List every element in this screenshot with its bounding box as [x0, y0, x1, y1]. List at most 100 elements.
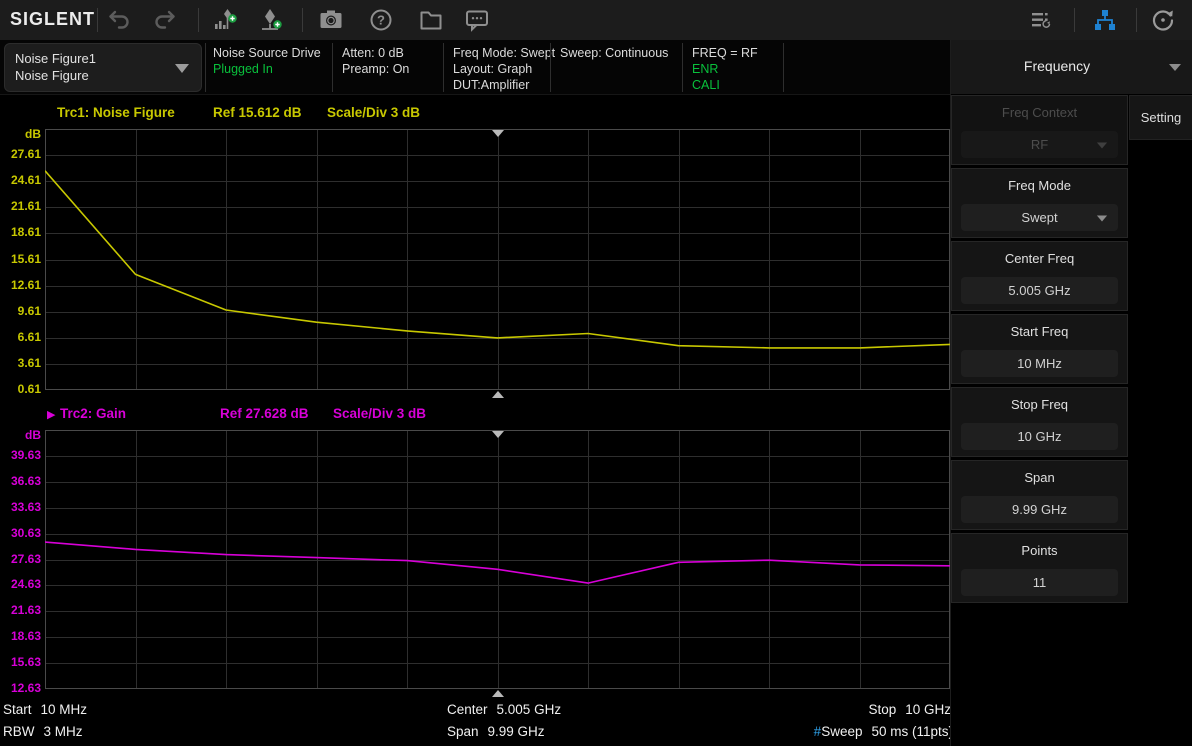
toolbar-divider: [302, 8, 303, 32]
chart2-center-freq-marker-bottom[interactable]: [492, 690, 504, 697]
center-value: 5.005 GHz: [497, 702, 562, 717]
add-trace-icon[interactable]: [212, 7, 238, 33]
status-divider: [550, 43, 551, 92]
freq-mode-select[interactable]: Swept: [961, 204, 1118, 231]
y-tick-label: 27.61: [11, 147, 41, 161]
undo-icon[interactable]: [106, 7, 132, 33]
y-tick-label: 6.61: [18, 330, 41, 344]
chart2-y-axis: dB39.6336.6333.6330.6327.6324.6321.6318.…: [0, 430, 43, 689]
y-tick-label: 18.63: [11, 629, 41, 643]
center-freq-label: Center Freq: [952, 251, 1127, 266]
toolbar-divider: [198, 8, 199, 32]
control-sidebar: Frequency Setting Freq Context RF Freq M…: [950, 40, 1192, 746]
start-freq-readout: Start10 MHz: [3, 702, 87, 717]
noise-source-status: Plugged In: [213, 61, 321, 77]
chart1-center-freq-marker-top[interactable]: [492, 130, 504, 137]
y-tick-label: 30.63: [11, 526, 41, 540]
toolbar-divider: [1074, 8, 1075, 32]
group-freq-mode: Freq Mode Swept: [951, 168, 1128, 238]
span-readout: Span 9.99 GHz: [447, 724, 545, 739]
task-list-icon[interactable]: [1028, 7, 1054, 33]
rbw-value: 3 MHz: [44, 724, 83, 739]
message-icon[interactable]: [464, 7, 490, 33]
status-divider: [205, 43, 206, 92]
start-freq-label: Start Freq: [952, 324, 1127, 339]
layout-status: Layout: Graph: [453, 61, 555, 77]
redo-icon[interactable]: [152, 7, 178, 33]
y-tick-label: 21.63: [11, 603, 41, 617]
chevron-down-icon: [1097, 216, 1107, 222]
start-freq-input[interactable]: 10 MHz: [961, 350, 1118, 377]
center-freq-value: 5.005 GHz: [961, 283, 1118, 298]
noise-source-label: Noise Source Drive: [213, 45, 321, 61]
chevron-down-icon: [175, 64, 189, 73]
trc2-chart-svg: [45, 430, 950, 689]
y-tick-label: 15.63: [11, 655, 41, 669]
sidebar-menu-selector[interactable]: Frequency: [951, 40, 1192, 95]
tab-setting[interactable]: Setting: [1129, 95, 1192, 140]
help-icon[interactable]: ?: [368, 7, 394, 33]
toolbar-divider: [1136, 8, 1137, 32]
noise-source-cell: Noise Source Drive Plugged In: [213, 45, 321, 77]
add-marker-icon[interactable]: [258, 7, 284, 33]
status-divider: [443, 43, 444, 92]
active-trace-indicator: ▶: [47, 408, 55, 421]
y-tick-label: 27.63: [11, 552, 41, 566]
trace1-scale: Scale/Div 3 dB: [327, 105, 420, 120]
siglent-logo: SIGLENT: [10, 9, 95, 30]
y-tick-label: 9.61: [18, 304, 41, 318]
chart2-plot[interactable]: [45, 430, 950, 689]
chart2-center-freq-marker-top[interactable]: [492, 431, 504, 438]
stop-freq-input[interactable]: 10 GHz: [961, 423, 1118, 450]
freq-context-label: Freq Context: [952, 105, 1127, 120]
center-freq-input[interactable]: 5.005 GHz: [961, 277, 1118, 304]
freq-mode-status: Freq Mode: Swept: [453, 45, 555, 61]
center-label: Center: [447, 702, 488, 717]
toolbar: SIGLENT: [0, 0, 1192, 40]
atten-preamp-cell: Atten: 0 dB Preamp: On: [342, 45, 409, 77]
span-label: Span: [447, 724, 479, 739]
points-input[interactable]: 11: [961, 569, 1118, 596]
freq-ref-status: FREQ = RF: [692, 45, 758, 61]
screenshot-icon[interactable]: [318, 7, 344, 33]
y-axis-unit: dB: [25, 428, 41, 442]
sidebar-title: Frequency: [951, 58, 1163, 74]
file-icon[interactable]: [418, 7, 444, 33]
freq-mode-value: Swept: [961, 210, 1118, 225]
enr-status: ENR: [692, 61, 758, 77]
trace2-title: Trc2: Gain: [60, 406, 126, 421]
lan-icon[interactable]: [1092, 7, 1118, 33]
y-tick-label: 36.63: [11, 474, 41, 488]
span-value: 9.99 GHz: [488, 724, 545, 739]
group-freq-context: Freq Context RF: [951, 95, 1128, 165]
stop-label: Stop: [868, 702, 896, 717]
span-input[interactable]: 9.99 GHz: [961, 496, 1118, 523]
freq-context-select[interactable]: RF: [961, 131, 1118, 158]
points-label: Points: [952, 543, 1127, 558]
group-center-freq: Center Freq 5.005 GHz: [951, 241, 1128, 311]
sweep-cell: Sweep: Continuous: [560, 45, 668, 61]
status-divider: [682, 43, 683, 92]
freq-context-value: RF: [961, 137, 1118, 152]
chevron-down-icon: [1097, 143, 1107, 149]
y-tick-label: 24.63: [11, 577, 41, 591]
trace2-ref-level: Ref 27.628 dB: [220, 406, 309, 421]
chart1-y-axis: dB27.6124.6121.6118.6115.6112.619.616.61…: [0, 129, 43, 390]
sweep-time-value: 50 ms (11pts): [871, 724, 953, 739]
measurement-selector[interactable]: Noise Figure1 Noise Figure: [4, 43, 202, 92]
y-tick-label: 0.61: [18, 382, 41, 396]
stop-freq-label: Stop Freq: [952, 397, 1127, 412]
noise-figure-analyzer-app: SIGLENT: [0, 0, 1192, 746]
group-points: Points 11: [951, 533, 1128, 603]
cali-status: CALI: [692, 77, 758, 93]
start-freq-value: 10 MHz: [961, 356, 1118, 371]
status-divider: [332, 43, 333, 92]
y-tick-label: 15.61: [11, 252, 41, 266]
group-span: Span 9.99 GHz: [951, 460, 1128, 530]
preset-icon[interactable]: [1150, 7, 1176, 33]
svg-text:?: ?: [377, 13, 385, 28]
chart1-center-freq-marker-bottom[interactable]: [492, 391, 504, 398]
chart1-plot[interactable]: [45, 129, 950, 390]
preamp-status: Preamp: On: [342, 61, 409, 77]
sweep-status: Sweep: Continuous: [560, 45, 668, 61]
